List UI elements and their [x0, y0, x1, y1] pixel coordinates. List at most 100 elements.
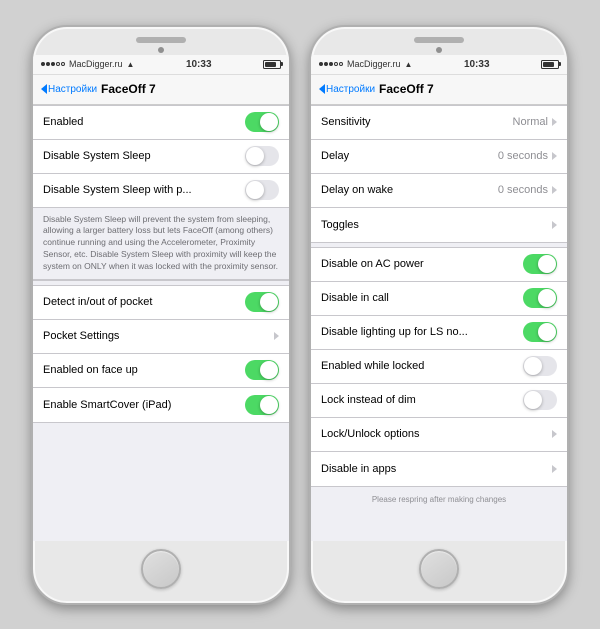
row-detect-pocket: Detect in/out of pocket [33, 286, 289, 320]
row-disable-apps[interactable]: Disable in apps [311, 452, 567, 486]
row-sensitivity[interactable]: Sensitivity Normal [311, 106, 567, 140]
label-pocket-settings: Pocket Settings [43, 330, 274, 342]
screen-left: Enabled Disable System Sleep Disable Sys… [33, 105, 289, 541]
nav-bar-left: Настройки FaceOff 7 [33, 75, 289, 105]
toggle-disable-call[interactable] [523, 288, 557, 308]
group1-right: Sensitivity Normal Delay 0 seconds Delay… [311, 105, 567, 243]
label-delay: Delay [321, 150, 498, 162]
carrier-left: MacDigger.ru [69, 59, 123, 69]
status-bar-right: MacDigger.ru ▲ 10:33 [311, 55, 567, 75]
home-button-left[interactable] [141, 549, 181, 589]
signal-right [319, 62, 343, 66]
speaker-right [414, 37, 464, 43]
wifi-left: ▲ [127, 60, 135, 69]
row-lock-unlock[interactable]: Lock/Unlock options [311, 418, 567, 452]
row-toggles[interactable]: Toggles [311, 208, 567, 242]
toggle-face-up[interactable] [245, 360, 279, 380]
screen-right: Sensitivity Normal Delay 0 seconds Delay… [311, 105, 567, 541]
back-chevron-left [41, 84, 47, 94]
label-disable-apps: Disable in apps [321, 463, 552, 475]
toggle-disable-sleep[interactable] [245, 146, 279, 166]
toggle-disable-sleep-prox[interactable] [245, 180, 279, 200]
back-label-right: Настройки [326, 84, 375, 95]
wifi-right: ▲ [405, 60, 413, 69]
label-detect-pocket: Detect in/out of pocket [43, 296, 245, 308]
value-delay-wake: 0 seconds [498, 184, 548, 196]
row-enabled: Enabled [33, 106, 289, 140]
value-sensitivity: Normal [513, 116, 548, 128]
label-lock-unlock: Lock/Unlock options [321, 428, 552, 440]
nav-bar-right: Настройки FaceOff 7 [311, 75, 567, 105]
row-face-up: Enabled on face up [33, 354, 289, 388]
back-button-left[interactable]: Настройки [41, 84, 97, 95]
chevron-disable-apps [552, 465, 557, 473]
row-lock-dim: Lock instead of dim [311, 384, 567, 418]
time-right: 10:33 [464, 59, 490, 70]
label-delay-wake: Delay on wake [321, 184, 498, 196]
label-toggles: Toggles [321, 219, 552, 231]
row-smartcover: Enable SmartCover (iPad) [33, 388, 289, 422]
row-disable-sleep-prox: Disable System Sleep with p... [33, 174, 289, 208]
description-left: Disable System Sleep will prevent the sy… [33, 208, 289, 280]
speaker-left [136, 37, 186, 43]
camera-left [158, 47, 164, 53]
label-disable-lighting: Disable lighting up for LS no... [321, 326, 523, 338]
back-chevron-right [319, 84, 325, 94]
phone-bottom-left [141, 541, 181, 603]
row-delay-wake[interactable]: Delay on wake 0 seconds [311, 174, 567, 208]
camera-right [436, 47, 442, 53]
label-lock-dim: Lock instead of dim [321, 394, 523, 406]
row-enabled-locked: Enabled while locked [311, 350, 567, 384]
label-smartcover: Enable SmartCover (iPad) [43, 399, 245, 411]
row-disable-ac: Disable on AC power [311, 248, 567, 282]
label-disable-sleep-prox: Disable System Sleep with p... [43, 184, 245, 196]
toggle-disable-ac[interactable] [523, 254, 557, 274]
status-right-left [263, 60, 281, 69]
toggle-enabled[interactable] [245, 112, 279, 132]
chevron-delay [552, 152, 557, 160]
chevron-toggles [552, 221, 557, 229]
chevron-pocket-settings [274, 332, 279, 340]
status-left-left: MacDigger.ru ▲ [41, 59, 134, 69]
toggle-enabled-locked[interactable] [523, 356, 557, 376]
chevron-delay-wake [552, 186, 557, 194]
footer-right: Please respring after making changes [311, 491, 567, 508]
home-button-right[interactable] [419, 549, 459, 589]
time-left: 10:33 [186, 59, 212, 70]
toggle-smartcover[interactable] [245, 395, 279, 415]
toggle-detect-pocket[interactable] [245, 292, 279, 312]
nav-title-left: FaceOff 7 [101, 82, 281, 96]
group2-left: Detect in/out of pocket Pocket Settings … [33, 285, 289, 423]
label-enabled-locked: Enabled while locked [321, 360, 523, 372]
nav-title-right: FaceOff 7 [379, 82, 559, 96]
group1-left: Enabled Disable System Sleep Disable Sys… [33, 105, 289, 281]
toggle-disable-lighting[interactable] [523, 322, 557, 342]
row-delay[interactable]: Delay 0 seconds [311, 140, 567, 174]
label-disable-sleep: Disable System Sleep [43, 150, 245, 162]
back-button-right[interactable]: Настройки [319, 84, 375, 95]
label-disable-ac: Disable on AC power [321, 258, 523, 270]
label-enabled: Enabled [43, 116, 245, 128]
carrier-right: MacDigger.ru [347, 59, 401, 69]
phone-left: MacDigger.ru ▲ 10:33 Настройки FaceOff 7… [31, 25, 291, 605]
group2-right: Disable on AC power Disable in call Disa… [311, 247, 567, 487]
status-bar-left: MacDigger.ru ▲ 10:33 [33, 55, 289, 75]
phone-top-right [311, 27, 567, 55]
chevron-lock-unlock [552, 430, 557, 438]
row-pocket-settings[interactable]: Pocket Settings [33, 320, 289, 354]
label-sensitivity: Sensitivity [321, 116, 513, 128]
phone-top-left [33, 27, 289, 55]
phone-right: MacDigger.ru ▲ 10:33 Настройки FaceOff 7… [309, 25, 569, 605]
value-delay: 0 seconds [498, 150, 548, 162]
row-disable-lighting: Disable lighting up for LS no... [311, 316, 567, 350]
row-disable-call: Disable in call [311, 282, 567, 316]
back-label-left: Настройки [48, 84, 97, 95]
toggle-lock-dim[interactable] [523, 390, 557, 410]
label-disable-call: Disable in call [321, 292, 523, 304]
row-disable-sleep: Disable System Sleep [33, 140, 289, 174]
label-face-up: Enabled on face up [43, 364, 245, 376]
status-left-right: MacDigger.ru ▲ [319, 59, 412, 69]
battery-right [541, 60, 559, 69]
battery-left [263, 60, 281, 69]
chevron-sensitivity [552, 118, 557, 126]
